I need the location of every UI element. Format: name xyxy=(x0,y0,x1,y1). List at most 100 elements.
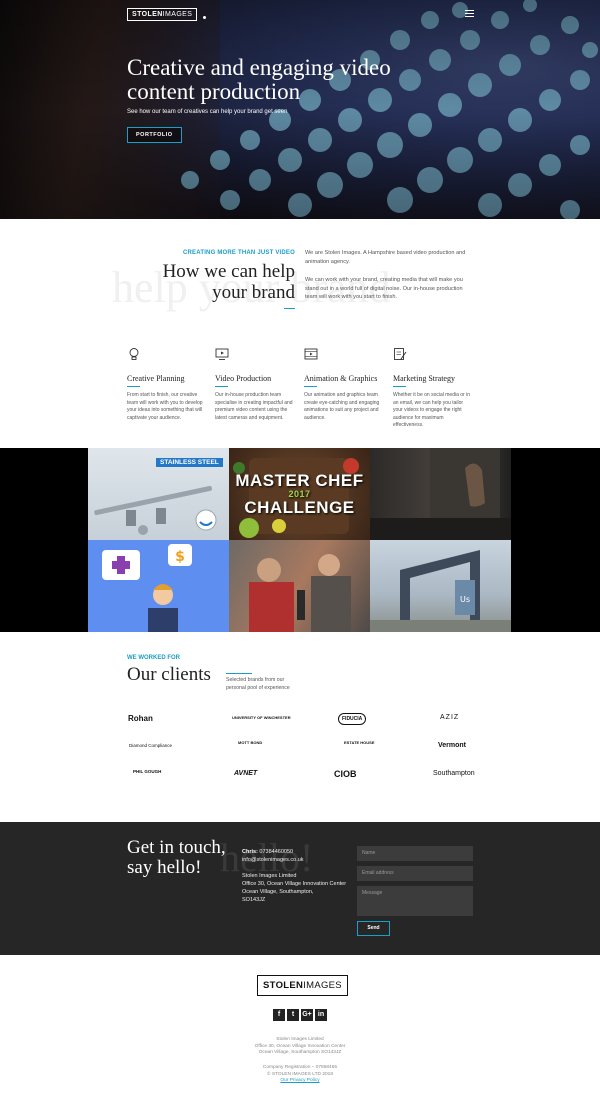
service-video-production: Video Production Our in-house production… xyxy=(215,347,293,422)
lightbulb-icon xyxy=(129,348,139,360)
microscope-students-image xyxy=(249,554,351,632)
video-monitor-icon xyxy=(215,348,229,360)
film-strip-icon xyxy=(304,348,318,360)
contact-title-line1: Get in touch, xyxy=(127,837,226,858)
service-underline xyxy=(393,386,406,387)
client-logo-fiducia: FIDUCIA xyxy=(338,713,367,725)
gallery-tile-students[interactable] xyxy=(229,540,370,632)
portfolio-gallery: STAINLESS STEEL MASTER CHEF 2017 CHALLEN… xyxy=(0,448,600,632)
client-logo-aziz: AZIZ xyxy=(440,714,460,721)
client-logo-southampton: Southampton xyxy=(433,770,475,777)
footer-address: Stolen Images Limited Office 30, Ocean V… xyxy=(0,1037,600,1057)
contact-address-line: Ocean Village, Southampton, xyxy=(242,889,314,895)
masterchef-title: MASTER CHEF 2017 CHALLENGE xyxy=(229,472,370,517)
hero-indicator-dot xyxy=(203,16,206,19)
service-animation-graphics: Animation & Graphics Our animation and g… xyxy=(304,347,382,422)
contact-email[interactable]: info@stolenimages.co.uk xyxy=(242,856,352,864)
help-title: How we can help your brand xyxy=(163,261,295,303)
clients-title: Our clients xyxy=(127,664,211,685)
svg-text:Us: Us xyxy=(460,595,470,604)
service-text: Our animation and graphics team create e… xyxy=(304,392,380,421)
social-links: f t G+ in xyxy=(273,1009,327,1021)
linkedin-icon[interactable]: in xyxy=(315,1009,327,1021)
cartoon-character-image: $ xyxy=(102,544,192,632)
footer-logo[interactable]: STOLENIMAGES xyxy=(257,975,348,996)
service-creative-planning: Creative Planning From start to finish, … xyxy=(127,347,205,422)
gallery-tile-horse[interactable] xyxy=(370,448,511,540)
stainless-steel-label: STAINLESS STEEL xyxy=(156,458,223,467)
help-title-line1: How we can help xyxy=(162,261,295,282)
services-section: help your brand CREATING MORE THAN JUST … xyxy=(0,219,600,448)
contact-address-line: Stolen Images Limited xyxy=(242,873,297,879)
client-logo-diamond: Diamond Compliance xyxy=(129,743,173,748)
client-logo-winchester: UNIVERSITY OF WINCHESTER xyxy=(232,715,291,720)
gallery-tile-stainless-steel[interactable]: STAINLESS STEEL xyxy=(88,448,229,540)
hero-subtitle: See how our team of creatives can help y… xyxy=(127,109,288,115)
facebook-icon[interactable]: f xyxy=(273,1009,285,1021)
footer-legal: Company Registration – 07858465 © STOLEN… xyxy=(0,1065,600,1085)
hero-overlay xyxy=(0,0,600,219)
service-title: Marketing Strategy xyxy=(393,374,455,383)
client-logo-ciob: CIOB xyxy=(334,769,357,779)
footer-logo-bold: STOLEN xyxy=(263,980,304,991)
google-plus-icon[interactable]: G+ xyxy=(301,1009,313,1021)
gallery-tile-event-arch[interactable]: Us xyxy=(370,540,511,632)
help-intro-text: We are Stolen Images. A Hampshire based … xyxy=(305,250,466,265)
contact-title: Get in touch, say hello! xyxy=(127,838,226,878)
twitter-icon[interactable]: t xyxy=(287,1009,299,1021)
service-underline xyxy=(215,386,228,387)
contact-name-label: Chris: xyxy=(242,849,258,855)
client-logo-rohan: Rohan xyxy=(128,714,153,723)
client-logo-avnet: AVNET xyxy=(234,770,258,777)
help-kicker: CREATING MORE THAN JUST VIDEO xyxy=(182,250,295,256)
contact-section: hello! Get in touch, say hello! Chris: 0… xyxy=(0,822,600,955)
footer-logo-light: IMAGES xyxy=(303,980,342,991)
contact-info: Chris: 07384460050 info@stolenimages.co.… xyxy=(242,848,352,904)
footer-address-line: Ocean Village, Southampton SO143JZ xyxy=(258,1050,342,1055)
site-logo[interactable]: STOLENIMAGES xyxy=(127,8,198,21)
client-logo-vermont: Vermont xyxy=(438,742,467,749)
service-title: Animation & Graphics xyxy=(304,374,378,383)
contact-title-line2: say hello! xyxy=(127,857,202,878)
hero-section: STOLENIMAGES Creative and engaging video… xyxy=(0,0,600,219)
service-title: Video Production xyxy=(215,374,272,383)
hamburger-icon[interactable] xyxy=(465,10,474,19)
event-arch-image: Us xyxy=(370,550,511,632)
svg-text:$: $ xyxy=(175,549,185,565)
service-text: From start to finish, our creative team … xyxy=(127,392,203,421)
help-accent-line xyxy=(284,308,295,309)
site-footer: STOLENIMAGES f t G+ in Stolen Images Lim… xyxy=(0,955,600,1101)
contact-phone[interactable]: 07384460050 xyxy=(259,849,293,855)
message-textarea[interactable]: Message xyxy=(357,886,473,916)
masterchef-line2: CHALLENGE xyxy=(244,498,355,517)
service-title: Creative Planning xyxy=(127,374,185,383)
service-underline xyxy=(127,386,140,387)
clients-subtitle: Selected brands from our personal pool o… xyxy=(226,677,290,691)
privacy-policy-link[interactable]: Our Privacy Policy xyxy=(0,1078,600,1085)
send-button[interactable]: Send xyxy=(357,921,390,936)
contact-address-line: Office 30, Ocean Village Innovation Cent… xyxy=(242,881,347,887)
gallery-tile-animation[interactable]: $ xyxy=(88,540,229,632)
client-logo-phil-gough: PHIL GOUGH xyxy=(133,769,162,774)
hero-title: Creative and engaging video content prod… xyxy=(127,55,391,104)
logo-text-light: IMAGES xyxy=(162,11,193,18)
service-text: Our in-house production team specialise … xyxy=(215,392,293,421)
help-body-text: We can work with your brand, creating me… xyxy=(305,277,463,300)
help-title-line2: your brand xyxy=(212,282,295,303)
service-text: Whether it be on social media or in an e… xyxy=(393,392,470,428)
client-logo-mott-bond: MOTT BOND xyxy=(238,740,263,745)
email-input[interactable]: Email address xyxy=(357,866,473,881)
portfolio-button[interactable]: PORTFOLIO xyxy=(127,127,182,143)
clients-section: WE WORKED FOR Our clients Selected brand… xyxy=(0,632,600,822)
clipboard-pen-icon xyxy=(394,348,407,360)
masterchef-line1: MASTER CHEF xyxy=(235,471,364,490)
clients-accent-line xyxy=(226,673,252,674)
logo-text-bold: STOLEN xyxy=(132,11,163,18)
horse-stable-image xyxy=(370,448,511,540)
contact-address-line: SO143JZ xyxy=(242,897,266,903)
clients-kicker: WE WORKED FOR xyxy=(127,655,180,661)
gallery-tile-masterchef[interactable]: MASTER CHEF 2017 CHALLENGE xyxy=(229,448,370,540)
name-input[interactable]: Name xyxy=(357,846,473,861)
service-underline xyxy=(304,386,317,387)
service-marketing-strategy: Marketing Strategy Whether it be on soci… xyxy=(393,347,471,430)
